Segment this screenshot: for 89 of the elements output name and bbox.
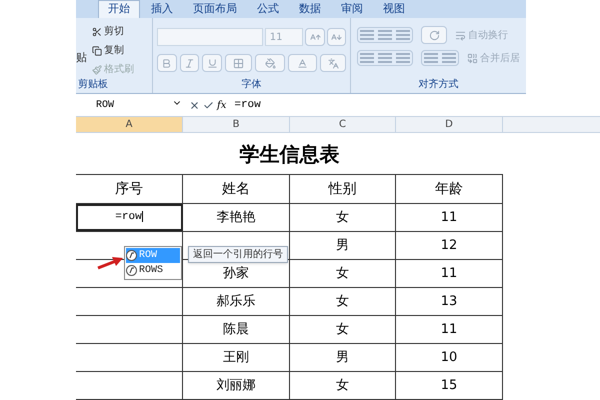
align-middle-icon[interactable]	[376, 28, 394, 42]
vertical-align-group[interactable]	[357, 27, 413, 43]
font-color-icon	[297, 58, 308, 68]
table-cell-text: 15	[440, 376, 458, 395]
table-cell-text: 11	[440, 264, 458, 283]
increase-indent-icon[interactable]	[440, 51, 458, 65]
table-cell-text: 王刚	[223, 348, 249, 367]
align-bottom-icon[interactable]	[394, 28, 412, 42]
formula-field[interactable]: =row	[234, 97, 600, 114]
ribbon-tab[interactable]: 数据	[290, 0, 330, 18]
ribbon-tab[interactable]: 公式	[248, 0, 288, 18]
bold-button[interactable]	[157, 54, 177, 72]
cut-button[interactable]: 剪切	[92, 24, 134, 39]
tooltip: 返回一个引用的行号	[188, 246, 288, 263]
align-right-icon[interactable]	[394, 51, 412, 65]
decrease-indent-icon[interactable]	[422, 51, 440, 65]
group-label: 剪贴板	[77, 78, 109, 92]
table-cell-text: 男	[336, 348, 349, 367]
table-cell-text: 11	[440, 320, 458, 339]
arrow-icon	[96, 256, 124, 270]
italic-button[interactable]	[180, 54, 200, 72]
column-header[interactable]: B	[183, 117, 290, 132]
table-cell-text: 女	[336, 264, 349, 283]
sheet-title: 学生信息表	[240, 140, 340, 168]
grow-font-button[interactable]	[305, 28, 325, 46]
table-cell-text: 郝乐乐	[216, 292, 256, 311]
paste-label[interactable]: 贴	[76, 50, 92, 77]
bold-icon	[161, 58, 172, 68]
ribbon-tab[interactable]: 审阅	[332, 0, 372, 18]
group-label: 对齐方式	[418, 78, 460, 92]
underline-button[interactable]	[202, 54, 222, 72]
table-cell-text: 李艳艳	[216, 208, 256, 227]
copy-button[interactable]: 复制	[92, 43, 134, 58]
cancel-icon[interactable]	[189, 100, 200, 111]
copy-icon	[92, 46, 102, 56]
shrink-font-icon	[330, 32, 342, 42]
phonetic-button[interactable]	[320, 54, 346, 72]
column-header[interactable]: A	[76, 117, 183, 132]
table-cell-text: 刘丽娜	[216, 376, 256, 395]
table-cell-text: 13	[440, 292, 458, 311]
align-center-icon[interactable]	[376, 51, 394, 65]
table-header-cell-text: 序号	[115, 180, 143, 198]
ribbon-tab[interactable]: 视图	[374, 0, 414, 18]
font-name-field[interactable]	[157, 28, 263, 46]
grow-font-icon	[310, 32, 321, 42]
shrink-font-button[interactable]	[326, 28, 346, 46]
paint-bucket-icon	[264, 58, 276, 68]
font-color-button[interactable]	[288, 54, 318, 72]
column-header[interactable]: C	[290, 117, 396, 132]
group-label: 字体	[240, 78, 262, 92]
underline-icon	[206, 58, 218, 68]
table-header-cell-text: 年龄	[435, 180, 463, 198]
text-cursor	[142, 210, 143, 222]
table-cell-text: 10	[440, 348, 458, 367]
wrap-text-icon	[455, 30, 466, 40]
table-cell-text: 孙家	[223, 264, 249, 283]
translate-icon	[328, 58, 339, 68]
table-cell-text: 女	[336, 208, 349, 227]
fill-color-button[interactable]	[255, 54, 285, 72]
enter-icon[interactable]	[203, 100, 214, 111]
ribbon-tab[interactable]: 插入	[142, 0, 182, 18]
horizontal-align-group[interactable]	[357, 50, 413, 66]
name-box[interactable]: ROW	[76, 98, 186, 113]
align-top-icon[interactable]	[358, 28, 376, 42]
border-button[interactable]	[224, 54, 252, 72]
autocomplete-item[interactable]: ROWS	[126, 263, 180, 278]
table-cell-text: 男	[336, 236, 349, 255]
table-cell-text: 陈晨	[223, 320, 249, 339]
align-left-icon[interactable]	[358, 51, 376, 65]
table-header-cell-text: 性别	[328, 180, 356, 198]
grid-icon	[233, 58, 244, 68]
table-header-cell-text: 姓名	[222, 180, 250, 198]
merge-icon	[467, 52, 478, 64]
column-header[interactable]: D	[396, 117, 503, 132]
italic-icon	[184, 58, 195, 68]
table-cell-text: 11	[440, 208, 458, 227]
table-cell-text: 12	[440, 236, 458, 255]
table-cell-text: 女	[336, 292, 349, 311]
ribbon-tab[interactable]: 开始	[98, 0, 140, 18]
scissors-icon	[92, 26, 102, 36]
indent-group[interactable]	[421, 50, 459, 66]
editing-cell[interactable]: =row	[115, 209, 143, 226]
table-cell-text: 女	[336, 320, 349, 339]
table-cell-text: 女	[336, 376, 349, 395]
insert-function-button[interactable]: fx	[217, 98, 226, 113]
rotate-icon	[428, 30, 440, 40]
orientation-button[interactable]	[421, 26, 447, 44]
ribbon-tab[interactable]: 页面布局	[184, 0, 246, 18]
brush-icon	[92, 64, 102, 74]
